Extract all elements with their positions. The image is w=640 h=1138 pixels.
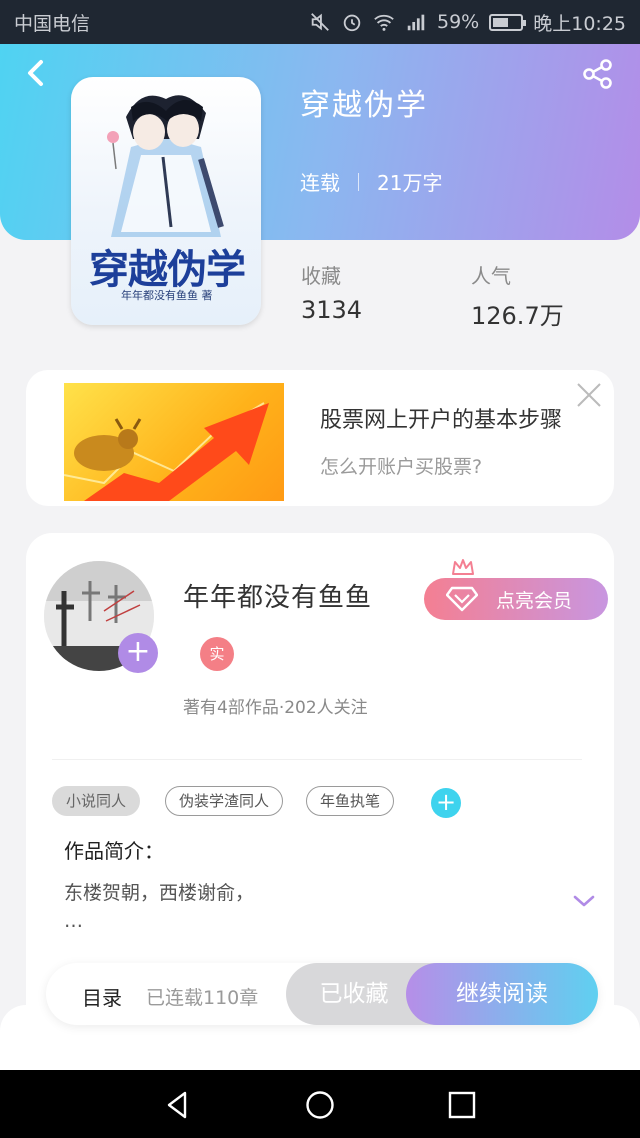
back-icon[interactable] (22, 58, 50, 88)
tag-item[interactable]: 小说同人 (52, 786, 141, 816)
chevron-down-icon[interactable] (572, 893, 596, 909)
collected-label: 已收藏 (319, 981, 389, 1007)
bottom-action-bar: 目录 已连载110章 已收藏 继续阅读 (46, 963, 598, 1025)
favorites-count: 3134 (301, 296, 363, 324)
navigation-bar (0, 1070, 640, 1138)
carrier-label: 中国电信 (14, 12, 91, 35)
battery-icon (489, 13, 527, 31)
continue-reading-button[interactable]: 继续阅读 (406, 963, 598, 1025)
chapter-count[interactable]: 已连载110章 (146, 983, 258, 1010)
popularity-count: 126.7万 (471, 302, 564, 330)
tag-item[interactable]: 伪装学渣同人 (165, 786, 284, 816)
meta-divider (358, 172, 359, 191)
tag-item[interactable]: 年鱼执笔 (306, 786, 395, 816)
recents-nav-icon[interactable] (447, 1090, 477, 1120)
vip-button-label: 点亮会员 (496, 589, 573, 612)
ad-subtitle[interactable]: 怎么开账户买股票? (320, 452, 482, 479)
intro-ellipsis: … (64, 910, 83, 932)
author-stats: 著有4部作品·202人关注 (183, 698, 368, 718)
intro-line: 东楼贺朝，西楼谢俞， (64, 882, 255, 904)
intro-title: 作品简介： (64, 839, 164, 863)
diamond-icon (446, 586, 478, 612)
book-title: 穿越伪学 (300, 88, 428, 123)
toc-button[interactable]: 目录 (82, 982, 122, 1011)
serial-status: 连载 (300, 171, 340, 195)
card-divider (52, 759, 582, 760)
close-icon[interactable] (576, 382, 602, 408)
status-bar: 中国电信 59% 晚上10:25 (0, 0, 640, 44)
verified-badge: 实 (200, 637, 234, 671)
popularity-label: 人气 (471, 264, 511, 288)
follow-author-button[interactable]: + (118, 633, 158, 673)
signal-icon (407, 14, 425, 31)
author-name[interactable]: 年年都没有鱼鱼 (183, 577, 372, 614)
back-nav-icon[interactable] (163, 1090, 193, 1120)
home-nav-icon[interactable] (305, 1090, 335, 1120)
mute-icon (311, 13, 329, 31)
ad-title[interactable]: 股票网上开户的基本步骤 (320, 402, 562, 434)
alarm-icon (343, 14, 361, 32)
continue-reading-label: 继续阅读 (456, 981, 548, 1007)
battery-percent: 59% (437, 11, 480, 33)
word-count: 21万字 (377, 171, 443, 195)
book-cover[interactable]: 穿越伪学 年年都没有鱼鱼 著 (71, 77, 261, 325)
share-icon[interactable] (582, 58, 614, 90)
favorites-label: 收藏 (301, 264, 341, 288)
intro-text[interactable]: 东楼贺朝，西楼谢俞， … (64, 879, 254, 935)
cover-author: 年年都没有鱼鱼 著 (121, 289, 213, 302)
wifi-icon (374, 14, 394, 31)
crown-icon (452, 559, 474, 575)
ad-image (64, 383, 284, 501)
book-meta: 连载 21万字 (300, 167, 442, 196)
clock: 晚上10:25 (533, 12, 626, 35)
add-tag-button[interactable]: + (431, 788, 461, 818)
ad-card[interactable]: 股票网上开户的基本步骤 怎么开账户买股票? (26, 370, 614, 506)
